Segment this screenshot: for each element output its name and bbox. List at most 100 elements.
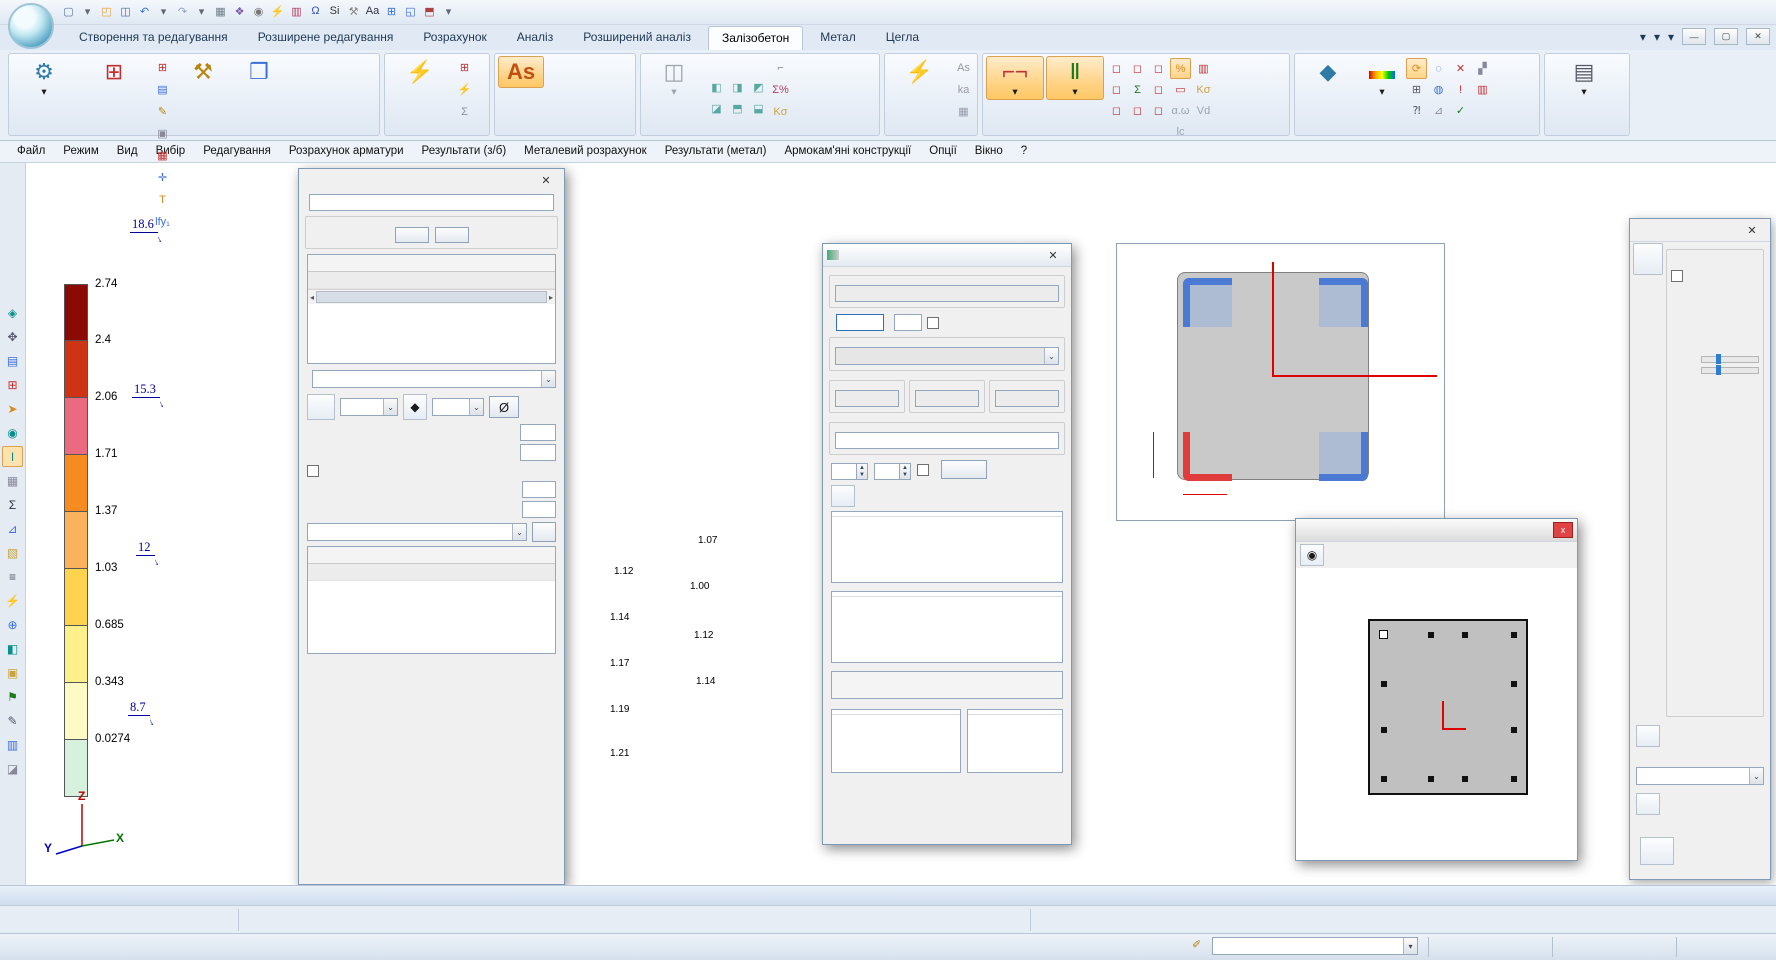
variants-button[interactable]: ⚒ bbox=[175, 56, 231, 88]
au-table[interactable] bbox=[831, 511, 1063, 583]
variant-stepper[interactable]: ▲▼ bbox=[831, 463, 868, 480]
qat-icon[interactable]: ▾ bbox=[155, 2, 172, 20]
open-in-liracad-button[interactable]: ◆ bbox=[1298, 56, 1358, 88]
rod-tool-icon[interactable] bbox=[831, 485, 855, 507]
calc-small-icon[interactable]: ⊞ bbox=[454, 57, 475, 78]
qat-icon[interactable]: Ω bbox=[307, 2, 324, 20]
diameter-button[interactable]: Ø bbox=[489, 396, 519, 418]
rod-small-icon[interactable]: ◻ bbox=[1148, 58, 1169, 79]
plate-right-icon[interactable]: Kσ bbox=[770, 101, 791, 122]
tools-small-icon[interactable]: ⊞ bbox=[1406, 79, 1427, 100]
nmq-button[interactable] bbox=[941, 460, 987, 479]
view-tool-icon[interactable] bbox=[245, 909, 266, 931]
tools-small-icon[interactable]: ✓ bbox=[1450, 100, 1471, 121]
construction-small-icon[interactable]: ✎ bbox=[152, 101, 173, 122]
plate-cube-icon[interactable]: ⬒ bbox=[727, 98, 748, 119]
qat-icon[interactable]: ◉ bbox=[250, 2, 267, 20]
size-slider[interactable] bbox=[1701, 352, 1759, 378]
left-tool-icon[interactable]: ▣ bbox=[2, 662, 23, 683]
construction-small-icon[interactable]: ▣ bbox=[152, 123, 173, 144]
coef4-input[interactable] bbox=[522, 501, 556, 518]
section-stepper[interactable]: ▲▼ bbox=[874, 463, 911, 480]
documentation-button[interactable]: ▤▾ bbox=[1548, 56, 1620, 100]
punch-small-icon[interactable]: ▦ bbox=[953, 101, 974, 122]
construction-small-icon[interactable]: Т bbox=[152, 189, 173, 210]
menu-item[interactable]: Редагування bbox=[194, 142, 280, 160]
tools-small-icon[interactable]: ◍ bbox=[1428, 79, 1449, 100]
show-checkbox[interactable] bbox=[917, 464, 929, 476]
left-tool-icon[interactable]: ⊕ bbox=[2, 614, 23, 635]
as-table[interactable] bbox=[831, 591, 1063, 663]
diameter-select[interactable]: ⌄ bbox=[340, 398, 398, 416]
left-tool-icon[interactable]: ✎ bbox=[2, 710, 23, 731]
show-side-tab-icon[interactable] bbox=[1633, 243, 1663, 275]
left-tool-icon[interactable]: ≡ bbox=[2, 566, 23, 587]
ribbon-tab[interactable]: Розрахунок bbox=[410, 26, 499, 50]
menu-item[interactable]: Результати (з/б) bbox=[413, 142, 516, 160]
rebar-close-icon[interactable]: x bbox=[1553, 522, 1573, 538]
design-option-select[interactable]: ▾ bbox=[1212, 937, 1418, 955]
plate-cube-icon[interactable]: ◩ bbox=[748, 77, 769, 98]
tools-small-icon[interactable]: ◌ bbox=[1428, 58, 1449, 79]
ribbon-tab[interactable]: Розширене редагування bbox=[245, 26, 407, 50]
asw-table[interactable] bbox=[831, 709, 961, 773]
type2-select[interactable]: ⌄ bbox=[307, 523, 527, 541]
construction-small-icon[interactable]: ⊞ bbox=[152, 57, 173, 78]
punch-small-icon[interactable]: As bbox=[953, 57, 974, 78]
menu-item[interactable]: Режим bbox=[54, 142, 107, 160]
mosaic-cuts-button[interactable]: ◫▾ bbox=[644, 56, 704, 100]
qat-icon[interactable]: ↶ bbox=[136, 2, 153, 20]
plate-right-icon[interactable]: Σ% bbox=[770, 79, 791, 100]
left-tool-icon[interactable]: Σ bbox=[2, 494, 23, 515]
minimize-button[interactable]: — bbox=[1682, 28, 1706, 45]
rod-extra-icon[interactable]: ▥ bbox=[1193, 58, 1214, 79]
ribbon-tab[interactable]: Метал bbox=[807, 26, 868, 50]
crack-table[interactable] bbox=[967, 709, 1063, 773]
table1-hscrollbar[interactable]: ◂▸ bbox=[308, 289, 555, 304]
diagrams-mosaic-button[interactable]: ⌐¬▾ bbox=[986, 56, 1044, 100]
style-menu[interactable]: ▾ bbox=[1640, 30, 1646, 44]
qat-icon[interactable]: ▾ bbox=[79, 2, 96, 20]
left-tool-icon[interactable]: ◈ bbox=[2, 302, 23, 323]
help-menu[interactable]: ▾ bbox=[1668, 30, 1674, 44]
qat-icon[interactable]: ⊞ bbox=[383, 2, 400, 20]
blocks-button[interactable]: ❒ bbox=[233, 56, 285, 88]
rod-small-icon[interactable]: ◻ bbox=[1106, 79, 1127, 100]
tools-small-icon[interactable]: ▞ bbox=[1472, 58, 1493, 79]
coef1-input[interactable] bbox=[520, 424, 556, 441]
given-reinforcement-button[interactable]: ⊞ bbox=[78, 56, 150, 88]
rod-close-icon[interactable]: ✕ bbox=[1039, 246, 1067, 265]
qat-icon[interactable]: ↷ bbox=[174, 2, 191, 20]
plate-cube-icon[interactable]: ⬓ bbox=[748, 98, 769, 119]
construction-small-icon[interactable]: ✛ bbox=[152, 167, 173, 188]
show-button-icon[interactable] bbox=[1636, 725, 1660, 747]
left-tool-icon[interactable]: ▧ bbox=[2, 542, 23, 563]
stiffness-select[interactable]: ⌄ bbox=[835, 347, 1059, 365]
tools-small-icon[interactable]: ! bbox=[1450, 79, 1471, 100]
left-tool-icon[interactable]: ✥ bbox=[2, 326, 23, 347]
left-tool-icon[interactable]: ➤ bbox=[2, 398, 23, 419]
view-tool-icon[interactable] bbox=[6, 909, 27, 931]
left-tool-icon[interactable]: ⊞ bbox=[2, 374, 23, 395]
rod-small-icon[interactable]: ◻ bbox=[1106, 100, 1127, 121]
calc-small-icon[interactable]: ⚡ bbox=[454, 79, 475, 100]
symmetry-button[interactable]: Ⅱ▾ bbox=[1046, 56, 1104, 100]
tools-small-icon[interactable]: ✕ bbox=[1450, 58, 1471, 79]
rod-extra-icon[interactable]: ▭ bbox=[1170, 79, 1191, 100]
ribbon-tab[interactable]: Цегла bbox=[873, 26, 932, 50]
show-grid-icon[interactable] bbox=[1640, 837, 1674, 865]
ribbon-tab[interactable]: Створення та редагування bbox=[66, 26, 241, 50]
qat-icon[interactable]: Aa bbox=[364, 2, 381, 20]
remove-row-button[interactable] bbox=[435, 227, 469, 243]
qat-icon[interactable]: ⚒ bbox=[345, 2, 362, 20]
additional-button[interactable] bbox=[546, 80, 549, 100]
rod-extra-icon[interactable]: Vd bbox=[1193, 100, 1214, 121]
calc-small-icon[interactable]: Σ bbox=[454, 101, 475, 122]
qat-icon[interactable]: ▾ bbox=[193, 2, 210, 20]
full-reinforcement-button[interactable]: As bbox=[498, 56, 544, 88]
qat-icon[interactable]: ⬒ bbox=[421, 2, 438, 20]
count-select[interactable]: ⌄ bbox=[432, 398, 484, 416]
qat-icon[interactable]: ❖ bbox=[231, 2, 248, 20]
add-type2-button[interactable] bbox=[532, 522, 556, 542]
left-tool-icon[interactable]: ⚑ bbox=[2, 686, 23, 707]
